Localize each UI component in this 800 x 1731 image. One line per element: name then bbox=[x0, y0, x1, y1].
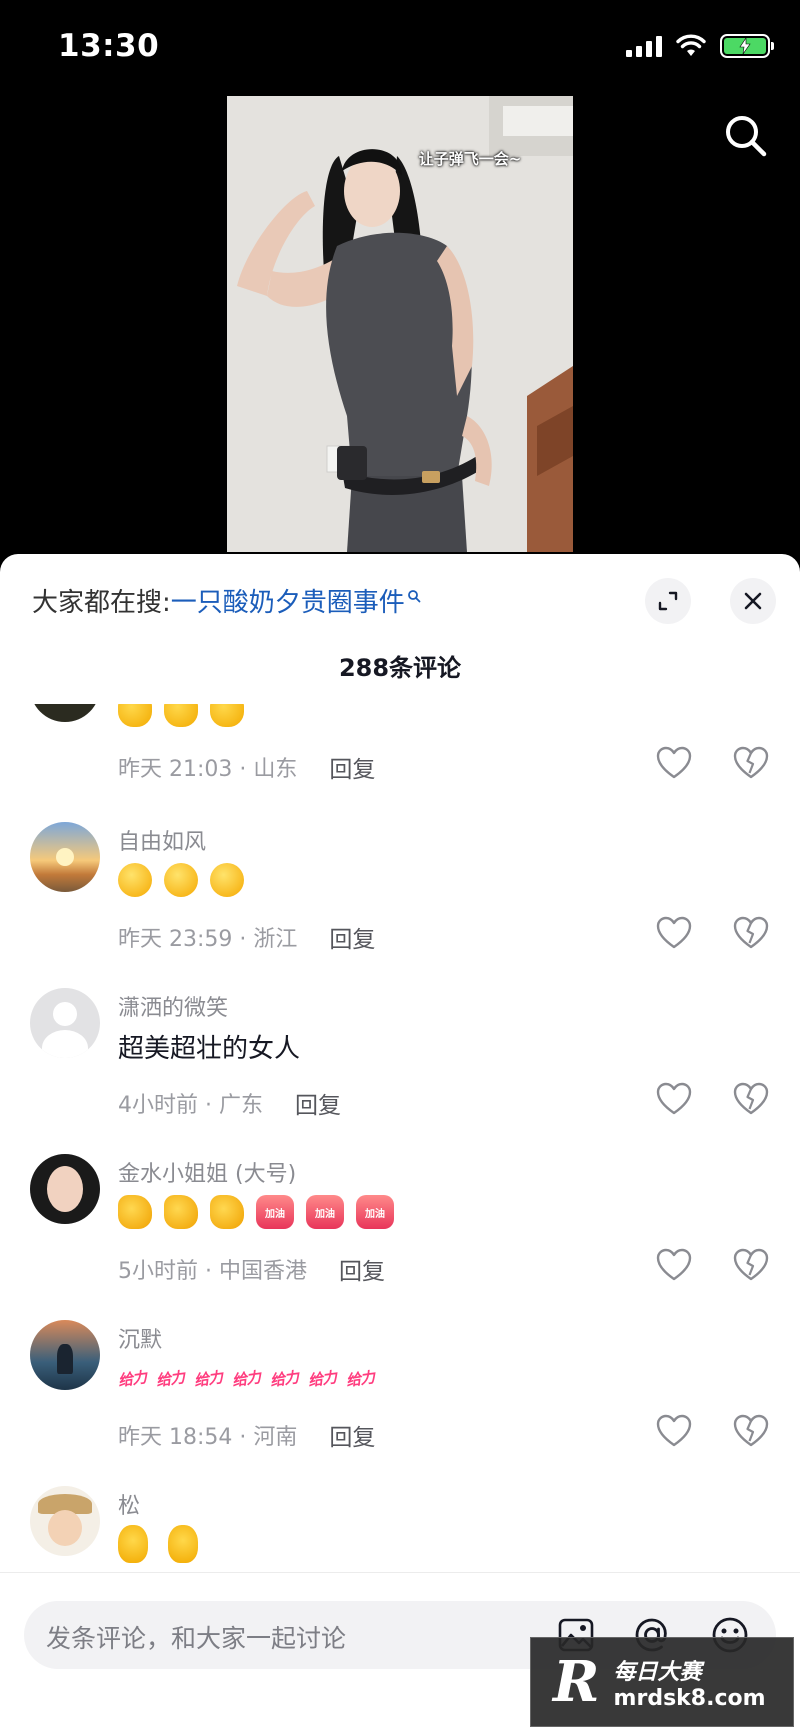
video-frame[interactable]: 让子弹飞一会~ bbox=[227, 96, 573, 552]
avatar[interactable] bbox=[30, 1320, 100, 1390]
expand-icon bbox=[658, 591, 678, 611]
comment-list[interactable]: 昨天 21:03 · 山东 回复 自由如风 昨天 23:59 · 浙江 回复 潇… bbox=[0, 704, 800, 1572]
avatar[interactable] bbox=[30, 988, 100, 1058]
avatar[interactable] bbox=[30, 704, 100, 722]
status-icons bbox=[626, 34, 774, 58]
like-heart-icon[interactable] bbox=[655, 744, 693, 782]
comment-time-location: 5小时前 · 中国香港 bbox=[118, 1259, 307, 1284]
jiayou-sticker: 加油 bbox=[356, 1195, 394, 1229]
comment-item: 沉默 给力 给力 给力 给力 给力 给力 给力 昨天 18:54 · 河南 回复 bbox=[0, 1320, 800, 1480]
comment-item: 潇洒的微笑 超美超壮的女人 4小时前 · 广东 回复 bbox=[0, 988, 800, 1148]
geili-sticker: 给力 bbox=[345, 1367, 376, 1390]
video-caption: 让子弹飞一会~ bbox=[418, 150, 522, 168]
comment-username[interactable]: 自由如风 bbox=[118, 824, 206, 856]
comment-time-location: 4小时前 · 广东 bbox=[118, 1093, 263, 1118]
comment-meta: 4小时前 · 广东 回复 bbox=[118, 1086, 341, 1120]
cellular-signal-icon bbox=[626, 35, 662, 57]
battery-icon bbox=[720, 34, 774, 58]
watermark-logo: R bbox=[553, 1649, 600, 1715]
comment-count: 288条评论 bbox=[338, 654, 462, 682]
like-heart-icon[interactable] bbox=[655, 1412, 693, 1450]
thumbs-up-emoji bbox=[164, 1195, 198, 1229]
like-heart-icon[interactable] bbox=[655, 914, 693, 952]
search-icon[interactable] bbox=[722, 112, 770, 160]
hot-search-term[interactable]: 一只酸奶夕贵圈事件 bbox=[171, 582, 405, 619]
reply-button[interactable]: 回复 bbox=[329, 1418, 375, 1452]
hot-search-suggestion[interactable]: 大家都在搜: 一只酸奶夕贵圈事件 bbox=[32, 582, 421, 619]
finger-heart-emoji bbox=[118, 1525, 148, 1563]
dislike-heart-icon[interactable] bbox=[732, 744, 770, 782]
close-button[interactable] bbox=[730, 578, 776, 624]
reply-button[interactable]: 回复 bbox=[339, 1252, 385, 1286]
reply-button[interactable]: 回复 bbox=[329, 750, 375, 784]
avatar[interactable] bbox=[30, 1486, 100, 1556]
jiayou-sticker: 加油 bbox=[256, 1195, 294, 1229]
comment-content: 超美超壮的女人 bbox=[118, 1033, 301, 1064]
jiayou-sticker: 加油 bbox=[306, 1195, 344, 1229]
comment-meta: 5小时前 · 中国香港 回复 bbox=[118, 1252, 385, 1286]
geili-sticker: 给力 bbox=[192, 1367, 224, 1390]
reply-button[interactable]: 回复 bbox=[295, 1086, 341, 1120]
comment-username[interactable]: 金水小姐姐 (大号) bbox=[118, 1156, 296, 1188]
close-icon bbox=[744, 592, 762, 610]
avatar[interactable] bbox=[30, 822, 100, 892]
status-bar: 13:30 bbox=[0, 0, 800, 96]
avatar[interactable] bbox=[30, 1154, 100, 1224]
comment-time-location: 昨天 23:59 · 浙江 bbox=[118, 927, 298, 952]
like-heart-icon[interactable] bbox=[655, 1080, 693, 1118]
comment-meta: 昨天 23:59 · 浙江 回复 bbox=[118, 920, 375, 954]
geili-sticker: 给力 bbox=[269, 1367, 300, 1390]
geili-sticker: 给力 bbox=[154, 1367, 186, 1390]
thumbs-up-emoji bbox=[210, 1195, 244, 1229]
dislike-heart-icon[interactable] bbox=[732, 1412, 770, 1450]
like-heart-icon[interactable] bbox=[655, 1246, 693, 1284]
hot-search-prefix: 大家都在搜: bbox=[32, 588, 171, 618]
wink-emoji bbox=[164, 863, 198, 897]
thumbs-up-emoji bbox=[118, 1195, 152, 1229]
comment-time-location: 昨天 21:03 · 山东 bbox=[118, 757, 298, 782]
comment-input-placeholder: 发条评论，和大家一起讨论 bbox=[46, 1624, 347, 1653]
watermark-line1: 每日大赛 bbox=[613, 1659, 702, 1685]
comment-username[interactable]: 松 bbox=[118, 1488, 140, 1520]
watermark: R 每日大赛 mrdsk8.com bbox=[530, 1637, 794, 1727]
comment-item: 昨天 21:03 · 山东 回复 bbox=[0, 704, 800, 812]
status-time: 13:30 bbox=[58, 28, 160, 64]
clap-emoji bbox=[164, 704, 198, 727]
video-player[interactable]: 让子弹飞一会~ bbox=[0, 96, 800, 556]
comment-content bbox=[118, 704, 244, 732]
geili-sticker: 给力 bbox=[307, 1367, 338, 1390]
dislike-heart-icon[interactable] bbox=[732, 914, 770, 952]
comment-meta: 昨天 21:03 · 山东 回复 bbox=[118, 750, 375, 784]
comment-content: 给力 给力 给力 给力 给力 给力 给力 bbox=[116, 1356, 376, 1400]
clap-emoji bbox=[118, 704, 152, 727]
geili-sticker: 给力 bbox=[116, 1367, 148, 1390]
comment-content bbox=[118, 858, 244, 902]
expand-button[interactable] bbox=[645, 578, 691, 624]
watermark-text: 每日大赛 mrdsk8.com bbox=[614, 1654, 766, 1711]
comment-content: 加油 加油 加油 bbox=[118, 1190, 394, 1234]
comment-item: 松 bbox=[0, 1486, 800, 1572]
finger-heart-emoji bbox=[168, 1525, 198, 1563]
wink-emoji bbox=[210, 863, 244, 897]
geili-sticker: 给力 bbox=[231, 1367, 262, 1390]
watermark-line2: mrdsk8.com bbox=[613, 1685, 766, 1711]
comment-item: 金水小姐姐 (大号) 加油 加油 加油 5小时前 · 中国香港 回复 bbox=[0, 1154, 800, 1314]
comment-username[interactable]: 沉默 bbox=[118, 1322, 162, 1354]
small-search-icon bbox=[407, 589, 421, 602]
wink-emoji bbox=[118, 863, 152, 897]
comment-meta: 昨天 18:54 · 河南 回复 bbox=[118, 1418, 375, 1452]
comment-username[interactable]: 潇洒的微笑 bbox=[118, 990, 228, 1022]
comment-time-location: 昨天 18:54 · 河南 bbox=[118, 1425, 298, 1450]
comment-item: 自由如风 昨天 23:59 · 浙江 回复 bbox=[0, 822, 800, 982]
comment-content bbox=[118, 1522, 198, 1566]
dislike-heart-icon[interactable] bbox=[732, 1246, 770, 1284]
wifi-icon bbox=[676, 34, 706, 56]
clap-emoji bbox=[210, 704, 244, 727]
reply-button[interactable]: 回复 bbox=[329, 920, 375, 954]
dislike-heart-icon[interactable] bbox=[732, 1080, 770, 1118]
comment-sheet: 大家都在搜: 一只酸奶夕贵圈事件 288条评论 昨天 21:03 · 山东 回复… bbox=[0, 554, 800, 1731]
